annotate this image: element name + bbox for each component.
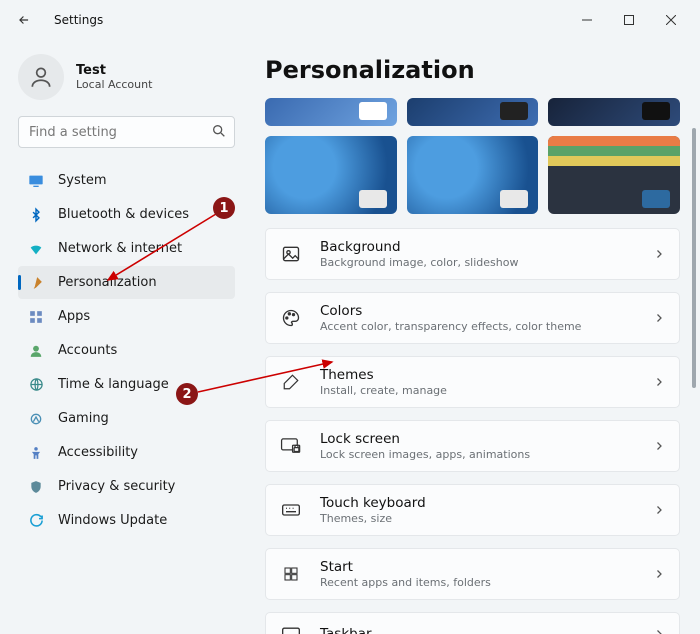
- lock-screen-icon: [280, 435, 302, 457]
- paintbrush-icon: [28, 275, 44, 291]
- arrow-left-icon: [17, 13, 31, 27]
- sidebar-item-privacy[interactable]: Privacy & security: [18, 470, 235, 503]
- theme-preset[interactable]: [548, 136, 680, 214]
- globe-icon: [28, 377, 44, 393]
- avatar: [18, 54, 64, 100]
- sidebar-item-time[interactable]: Time & language: [18, 368, 235, 401]
- nav-label: Personalization: [58, 275, 157, 290]
- nav-label: Privacy & security: [58, 479, 175, 494]
- chevron-right-icon: [653, 373, 665, 392]
- chevron-right-icon: [653, 245, 665, 264]
- card-colors[interactable]: Colors Accent color, transparency effect…: [265, 292, 680, 344]
- sidebar-item-system[interactable]: System: [18, 164, 235, 197]
- annotation-badge-1: 1: [213, 197, 235, 219]
- card-title: Themes: [320, 367, 653, 383]
- back-button[interactable]: [8, 4, 40, 36]
- card-title: Colors: [320, 303, 653, 319]
- sidebar-item-update[interactable]: Windows Update: [18, 504, 235, 537]
- titlebar: Settings: [0, 0, 700, 40]
- theme-presets: [261, 98, 684, 228]
- nav-list: System Bluetooth & devices Network & int…: [18, 164, 235, 537]
- user-block[interactable]: Test Local Account: [18, 54, 235, 100]
- card-title: Start: [320, 559, 653, 575]
- nav-label: Network & internet: [58, 241, 182, 256]
- annotation-badge-2: 2: [176, 383, 198, 405]
- window-title: Settings: [54, 13, 103, 27]
- card-background[interactable]: Background Background image, color, slid…: [265, 228, 680, 280]
- user-name: Test: [76, 63, 152, 78]
- sidebar: Test Local Account System Bluetooth & de…: [0, 40, 245, 634]
- card-touch-keyboard[interactable]: Touch keyboard Themes, size: [265, 484, 680, 536]
- theme-preset[interactable]: [265, 136, 397, 214]
- theme-preset[interactable]: [265, 98, 397, 126]
- card-lock-screen[interactable]: Lock screen Lock screen images, apps, an…: [265, 420, 680, 472]
- nav-label: Accessibility: [58, 445, 138, 460]
- apps-icon: [28, 309, 44, 325]
- page-title: Personalization: [265, 56, 684, 84]
- palette-icon: [280, 307, 302, 329]
- minimize-icon: [582, 15, 592, 25]
- chevron-right-icon: [653, 309, 665, 328]
- chevron-right-icon: [653, 565, 665, 584]
- sidebar-item-network[interactable]: Network & internet: [18, 232, 235, 265]
- scrollbar[interactable]: [690, 128, 698, 628]
- accessibility-icon: [28, 445, 44, 461]
- card-sub: Accent color, transparency effects, colo…: [320, 320, 653, 333]
- shield-icon: [28, 479, 44, 495]
- card-title: Touch keyboard: [320, 495, 653, 511]
- card-start[interactable]: Start Recent apps and items, folders: [265, 548, 680, 600]
- sidebar-item-accounts[interactable]: Accounts: [18, 334, 235, 367]
- person-icon: [28, 64, 54, 90]
- nav-label: Windows Update: [58, 513, 167, 528]
- card-sub: Install, create, manage: [320, 384, 653, 397]
- card-sub: Lock screen images, apps, animations: [320, 448, 653, 461]
- card-themes[interactable]: Themes Install, create, manage: [265, 356, 680, 408]
- chevron-right-icon: [653, 501, 665, 520]
- card-sub: Background image, color, slideshow: [320, 256, 653, 269]
- search-input[interactable]: [18, 116, 235, 148]
- card-taskbar[interactable]: Taskbar: [265, 612, 680, 634]
- card-sub: Themes, size: [320, 512, 653, 525]
- update-icon: [28, 513, 44, 529]
- sidebar-item-apps[interactable]: Apps: [18, 300, 235, 333]
- card-title: Taskbar: [320, 626, 653, 634]
- theme-preset[interactable]: [407, 136, 539, 214]
- nav-label: Time & language: [58, 377, 169, 392]
- maximize-icon: [624, 15, 634, 25]
- pen-icon: [280, 371, 302, 393]
- close-icon: [666, 15, 676, 25]
- nav-label: Bluetooth & devices: [58, 207, 189, 222]
- minimize-button[interactable]: [566, 5, 608, 35]
- maximize-button[interactable]: [608, 5, 650, 35]
- sidebar-item-bluetooth[interactable]: Bluetooth & devices: [18, 198, 235, 231]
- nav-label: Gaming: [58, 411, 109, 426]
- chevron-right-icon: [653, 437, 665, 456]
- nav-label: Accounts: [58, 343, 117, 358]
- keyboard-icon: [280, 499, 302, 521]
- wifi-icon: [28, 241, 44, 257]
- user-sub: Local Account: [76, 78, 152, 91]
- card-sub: Recent apps and items, folders: [320, 576, 653, 589]
- nav-label: System: [58, 173, 106, 188]
- card-title: Lock screen: [320, 431, 653, 447]
- start-icon: [280, 563, 302, 585]
- image-icon: [280, 243, 302, 265]
- chevron-right-icon: [653, 625, 665, 634]
- search-icon[interactable]: [211, 123, 227, 143]
- card-title: Background: [320, 239, 653, 255]
- theme-preset[interactable]: [548, 98, 680, 126]
- sidebar-item-gaming[interactable]: Gaming: [18, 402, 235, 435]
- theme-preset[interactable]: [407, 98, 539, 126]
- taskbar-icon: [280, 623, 302, 634]
- scrollbar-thumb[interactable]: [692, 128, 696, 388]
- display-icon: [28, 173, 44, 189]
- close-button[interactable]: [650, 5, 692, 35]
- gaming-icon: [28, 411, 44, 427]
- main-content: Personalization Background Background im…: [245, 40, 700, 634]
- account-icon: [28, 343, 44, 359]
- nav-label: Apps: [58, 309, 90, 324]
- bluetooth-icon: [28, 207, 44, 223]
- sidebar-item-accessibility[interactable]: Accessibility: [18, 436, 235, 469]
- sidebar-item-personalization[interactable]: Personalization: [18, 266, 235, 299]
